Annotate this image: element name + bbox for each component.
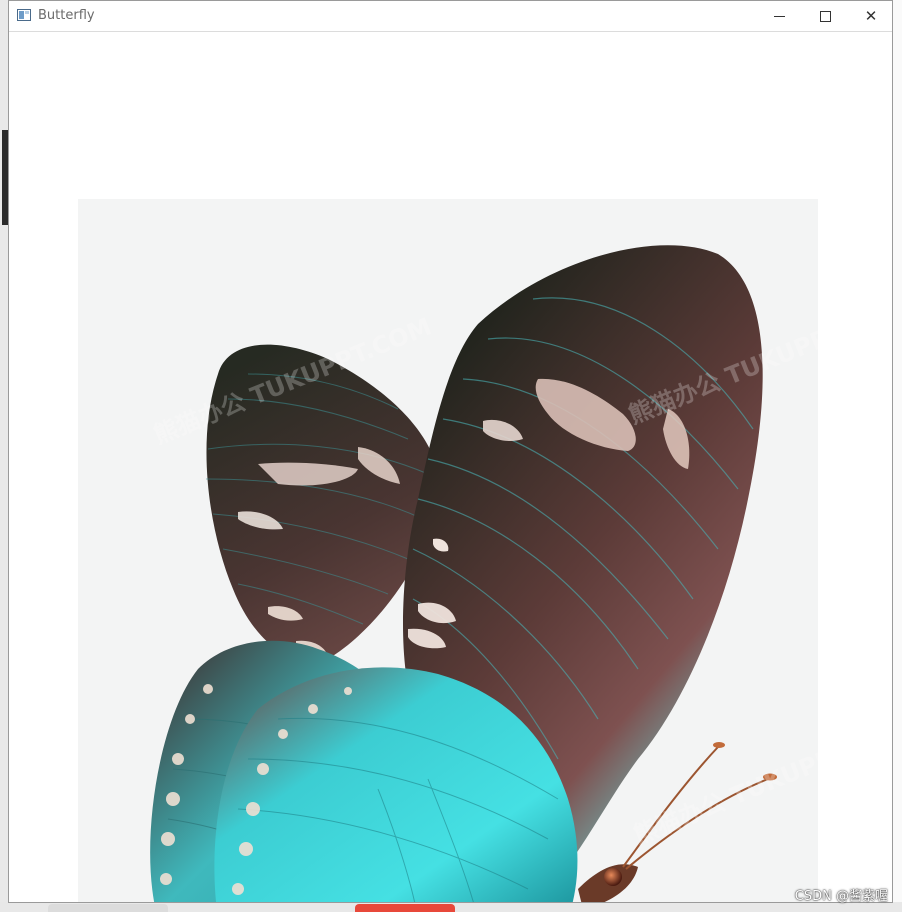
title-bar[interactable]: Butterfly ✕ bbox=[9, 1, 892, 32]
image-watermark-text: 熊猫办公 TUKUPPT bbox=[630, 737, 818, 849]
close-icon: ✕ bbox=[864, 6, 878, 25]
background-pill bbox=[48, 904, 168, 912]
butterfly-image: 熊猫办公 TUKUPPT.COM 熊猫办公 TUKUPPT.COM 熊猫办公 T… bbox=[78, 199, 818, 902]
background-window-right bbox=[892, 0, 902, 912]
background-pill bbox=[355, 904, 455, 912]
maximize-icon bbox=[819, 10, 831, 22]
close-button[interactable]: ✕ bbox=[848, 1, 892, 31]
window-title: Butterfly bbox=[38, 8, 95, 23]
app-icon bbox=[17, 9, 31, 21]
butterfly-illustration: 熊猫办公 TUKUPPT.COM 熊猫办公 TUKUPPT.COM 熊猫办公 T… bbox=[150, 245, 818, 902]
client-area: 熊猫办公 TUKUPPT.COM 熊猫办公 TUKUPPT.COM 熊猫办公 T… bbox=[9, 32, 892, 902]
csdn-watermark: CSDN @酱紫喔 bbox=[794, 889, 888, 904]
app-window: Butterfly ✕ 熊猫办公 TUKUPPT.COM 熊猫办公 TUKUPP… bbox=[8, 0, 893, 903]
minimize-button[interactable] bbox=[756, 1, 802, 31]
maximize-button[interactable] bbox=[802, 1, 848, 31]
minimize-icon bbox=[773, 15, 785, 17]
background-taskbar-strip bbox=[0, 902, 902, 912]
